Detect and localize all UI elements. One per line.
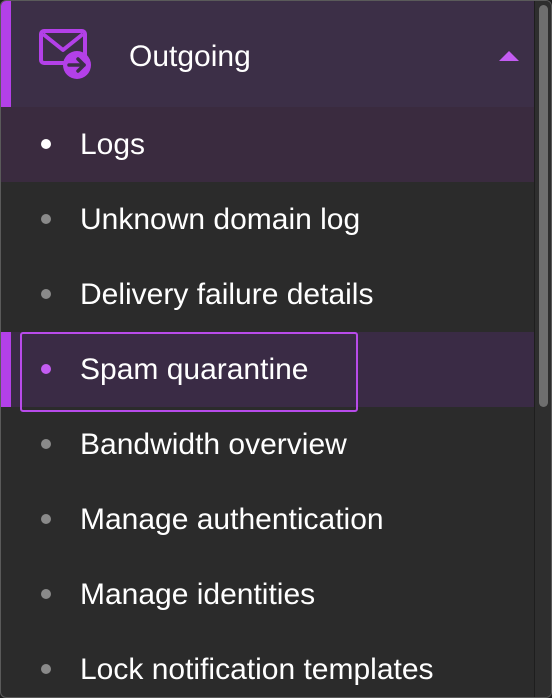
header-active-accent [1,1,11,107]
submenu-item-label: Unknown domain log [80,203,361,236]
bullet-dot-icon [41,364,51,374]
bullet-dot-icon [41,589,51,599]
outgoing-submenu: Logs Unknown domain log Delivery failure… [1,107,534,697]
submenu-item-manage-authentication[interactable]: Manage authentication [1,482,534,557]
section-title: Outgoing [129,40,251,73]
submenu-item-label: Delivery failure details [80,278,374,311]
scrollbar-thumb[interactable] [539,5,548,407]
bullet-dot-icon [41,439,51,449]
bullet-dot-icon [41,289,51,299]
submenu-item-label: Logs [80,128,146,161]
bullet-dot-icon [41,214,51,224]
submenu-item-bandwidth-overview[interactable]: Bandwidth overview [1,407,534,482]
submenu-item-label: Bandwidth overview [80,428,347,461]
chevron-up-icon[interactable] [499,51,519,61]
submenu-item-unknown-domain-log[interactable]: Unknown domain log [1,182,534,257]
item-active-accent [1,332,11,407]
outgoing-section-header[interactable]: Outgoing [1,1,534,107]
bullet-dot-icon [41,514,51,524]
bullet-dot-icon [41,664,51,674]
submenu-item-logs[interactable]: Logs [1,107,534,182]
outgoing-nav-panel: Outgoing Logs Unknown domain log Deliver… [0,0,552,698]
mail-outgoing-icon [39,29,91,79]
vertical-scrollbar[interactable] [534,1,551,697]
submenu-item-lock-notification-templates[interactable]: Lock notification templates [1,632,534,697]
submenu-item-spam-quarantine[interactable]: Spam quarantine [1,332,534,412]
submenu-item-label: Lock notification templates [80,653,434,686]
submenu-item-label: Spam quarantine [80,353,309,386]
submenu-item-delivery-failure-details[interactable]: Delivery failure details [1,257,534,332]
submenu-item-manage-identities[interactable]: Manage identities [1,557,534,632]
submenu-item-label: Manage identities [80,578,316,611]
bullet-dot-icon [41,139,51,149]
submenu-item-label: Manage authentication [80,503,384,536]
